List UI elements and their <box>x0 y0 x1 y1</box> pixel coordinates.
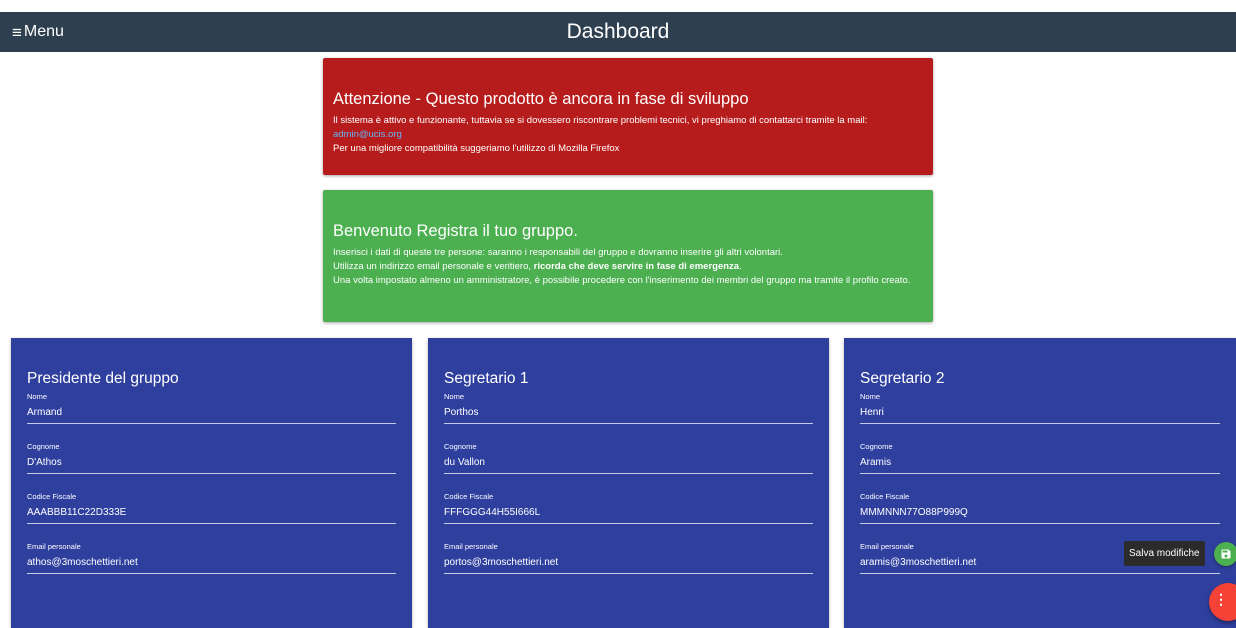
save-tooltip: Salva modifiche <box>1124 541 1205 566</box>
cognome-field: Cognome <box>27 442 396 474</box>
welcome-alert-line2: Utilizza un indirizzo email personale e … <box>333 261 534 272</box>
email-input[interactable] <box>444 552 813 574</box>
codice-fiscale-field: Codice Fiscale <box>27 492 396 524</box>
nome-input[interactable] <box>27 402 396 424</box>
welcome-alert: Benvenuto Registra il tuo gruppo. Inseri… <box>323 190 933 322</box>
nome-input[interactable] <box>860 402 1220 424</box>
email-label: Email personale <box>444 542 498 551</box>
warning-alert-text: Il sistema è attivo e funzionante, tutta… <box>333 114 923 156</box>
nome-field: Nome <box>860 392 1220 424</box>
more-vert-icon: ⋮ <box>1214 590 1228 607</box>
nome-field: Nome <box>444 392 813 424</box>
nome-input[interactable] <box>444 402 813 424</box>
codice-fiscale-input[interactable] <box>27 502 396 524</box>
codice-fiscale-label: Codice Fiscale <box>444 492 494 501</box>
save-button[interactable] <box>1214 542 1236 566</box>
page-title: Dashboard <box>566 20 670 43</box>
warning-alert-line1: Il sistema è attivo e funzionante, tutta… <box>333 115 868 126</box>
menu-button[interactable]: ≡ Menu <box>12 12 64 52</box>
floppy-disk-icon <box>1221 549 1231 559</box>
card-title: Segretario 2 <box>860 370 945 387</box>
warning-alert: Attenzione - Questo prodotto è ancora in… <box>323 58 933 175</box>
welcome-alert-line2-end: . <box>739 261 742 272</box>
warning-alert-title: Attenzione - Questo prodotto è ancora in… <box>333 90 749 108</box>
codice-fiscale-label: Codice Fiscale <box>27 492 77 501</box>
nome-label: Nome <box>860 392 881 401</box>
codice-fiscale-field: Codice Fiscale <box>860 492 1220 524</box>
welcome-alert-emphasis: ricorda che deve servire in fase di emer… <box>533 261 740 272</box>
nome-field: Nome <box>27 392 396 424</box>
warning-alert-line2: Per una migliore compatibilità suggeriam… <box>333 143 620 154</box>
nome-label: Nome <box>27 392 48 401</box>
cognome-label: Cognome <box>27 442 60 451</box>
top-app-bar: ≡ Menu Dashboard <box>0 12 1236 52</box>
welcome-alert-line1: Inserisci i dati di queste tre persone: … <box>333 247 783 258</box>
cognome-field: Cognome <box>444 442 813 474</box>
hamburger-menu-icon[interactable]: ≡ <box>12 24 22 41</box>
codice-fiscale-label: Codice Fiscale <box>860 492 910 501</box>
cognome-label: Cognome <box>860 442 893 451</box>
nome-label: Nome <box>444 392 465 401</box>
card-segretario-1: Segretario 1 Nome Cognome Codice Fiscale… <box>428 338 829 628</box>
email-field: Email personale <box>27 542 396 574</box>
card-title: Presidente del gruppo <box>27 370 179 387</box>
codice-fiscale-input[interactable] <box>860 502 1220 524</box>
welcome-alert-line3: Una volta impostato almeno un amministra… <box>333 275 911 286</box>
codice-fiscale-input[interactable] <box>444 502 813 524</box>
email-input[interactable] <box>27 552 396 574</box>
email-field: Email personale <box>444 542 813 574</box>
codice-fiscale-field: Codice Fiscale <box>444 492 813 524</box>
cognome-field: Cognome <box>860 442 1220 474</box>
welcome-alert-text: Inserisci i dati di queste tre persone: … <box>333 246 923 288</box>
cognome-input[interactable] <box>444 452 813 474</box>
cognome-input[interactable] <box>860 452 1220 474</box>
card-segretario-2: Segretario 2 Nome Cognome Codice Fiscale… <box>844 338 1236 628</box>
welcome-alert-title: Benvenuto Registra il tuo gruppo. <box>333 222 578 240</box>
email-label: Email personale <box>27 542 81 551</box>
card-presidente: Presidente del gruppo Nome Cognome Codic… <box>11 338 412 628</box>
menu-label[interactable]: Menu <box>24 23 64 41</box>
cognome-input[interactable] <box>27 452 396 474</box>
contact-email-link[interactable]: admin@ucis.org <box>333 129 402 140</box>
cognome-label: Cognome <box>444 442 477 451</box>
card-title: Segretario 1 <box>444 370 529 387</box>
